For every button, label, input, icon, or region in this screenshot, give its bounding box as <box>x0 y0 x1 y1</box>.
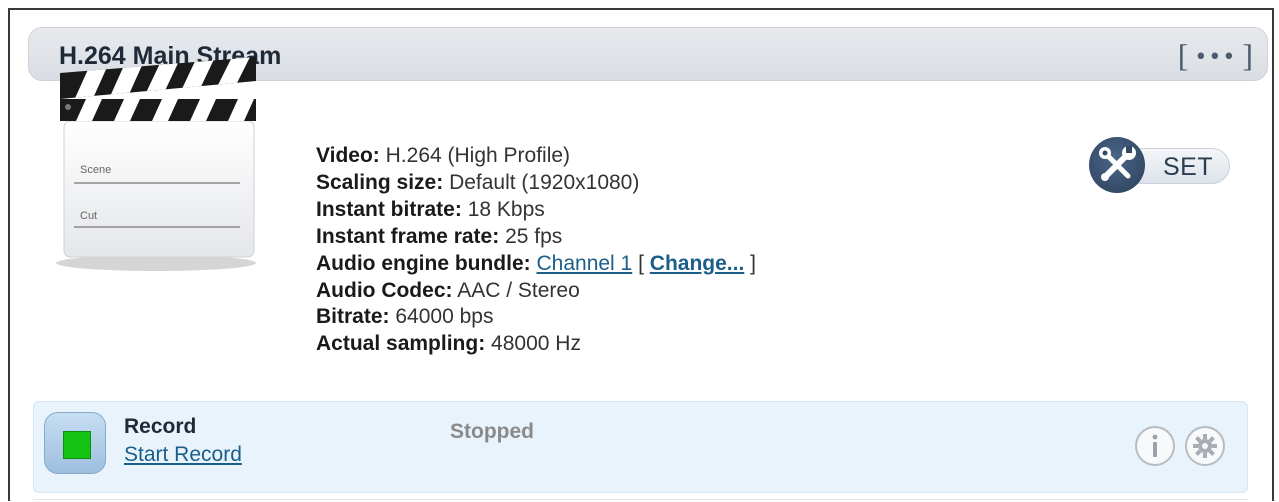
info-value: AAC / Stereo <box>457 278 580 302</box>
info-value: 64000 bps <box>395 305 494 329</box>
divider <box>33 499 1248 500</box>
info-row-audio-codec: Audio Codec: AAC / Stereo <box>316 278 756 305</box>
clapperboard-icon: Scene Cut <box>56 57 256 271</box>
info-key: Audio Codec: <box>316 278 453 302</box>
more-dots-icon: ••• <box>1194 44 1237 70</box>
clapper-cut-label: Cut <box>80 210 97 222</box>
info-value: Default (1920x1080) <box>449 170 640 194</box>
info-value: 25 fps <box>505 224 563 248</box>
stream-info-list: Video: H.264 (High Profile) Scaling size… <box>316 143 756 358</box>
info-row-scaling: Scaling size: Default (1920x1080) <box>316 170 756 197</box>
bracket-open: [ <box>638 251 644 275</box>
change-audio-link[interactable]: Change... <box>650 252 745 275</box>
start-record-link[interactable]: Start Record <box>124 443 242 467</box>
tools-icon <box>1089 137 1145 193</box>
bracket-left: [ <box>1177 36 1189 73</box>
info-row-sampling: Actual sampling: 48000 Hz <box>316 331 756 358</box>
record-actions <box>1133 424 1227 468</box>
clapper-scene-label: Scene <box>80 164 111 176</box>
channel-link[interactable]: Channel 1 <box>537 252 633 275</box>
record-indicator-icon <box>63 431 91 459</box>
info-value: H.264 (High Profile) <box>385 144 571 167</box>
info-icon[interactable] <box>1133 424 1177 468</box>
info-row-bitrate: Instant bitrate: 18 Kbps <box>316 197 756 224</box>
info-key: Bitrate: <box>316 305 390 329</box>
info-key: Scaling size: <box>316 170 444 194</box>
info-key: Actual sampling: <box>316 332 486 356</box>
set-button[interactable]: SET <box>1089 137 1232 193</box>
bracket-close: ] <box>750 251 756 275</box>
bracket-right: ] <box>1242 36 1253 73</box>
info-value: 48000 Hz <box>491 332 581 356</box>
info-row-video: Video: H.264 (High Profile) <box>316 143 756 170</box>
info-value: 18 Kbps <box>467 197 545 221</box>
more-menu-button[interactable]: [ ••• ] <box>1177 36 1253 73</box>
gear-icon[interactable] <box>1183 424 1227 468</box>
set-button-label: SET <box>1163 153 1214 181</box>
record-status: Stopped <box>450 420 534 443</box>
info-row-audio-bitrate: Bitrate: 64000 bps <box>316 304 756 331</box>
info-key: Instant frame rate: <box>316 224 500 248</box>
record-toggle-button[interactable] <box>44 412 106 474</box>
info-key: Video: <box>316 144 380 167</box>
info-key: Audio engine bundle: <box>316 251 531 275</box>
info-key: Instant bitrate: <box>316 197 462 221</box>
record-bar: Record Start Record Stopped <box>33 401 1248 493</box>
info-row-audio-bundle: Audio engine bundle: Channel 1 [ Change.… <box>316 251 756 278</box>
info-row-framerate: Instant frame rate: 25 fps <box>316 224 756 251</box>
record-title: Record <box>124 415 197 438</box>
